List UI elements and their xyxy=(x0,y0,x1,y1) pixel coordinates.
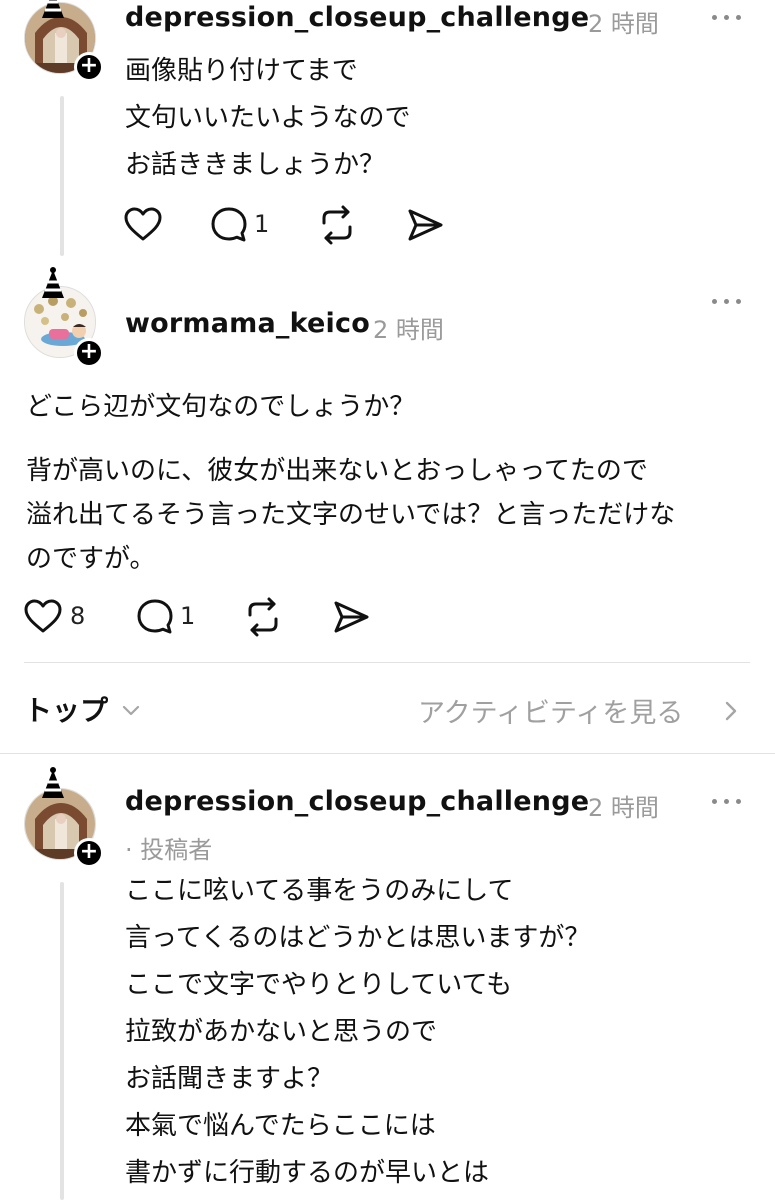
post-text-line: 本氣で悩んでたらここには xyxy=(125,1111,436,1141)
username[interactable]: depression_closeup_challenge xyxy=(125,2,589,33)
post-text-line: 画像貼り付けてまで xyxy=(125,56,358,86)
post-text-line: 溢れ出てるそう言った文字のせいでは？と言っただけな xyxy=(26,500,676,530)
thread-line xyxy=(60,96,64,256)
username[interactable]: wormama_keico xyxy=(125,308,370,339)
post-text-line: ここに呟いてる事をうのみにして xyxy=(125,876,514,906)
send-icon[interactable] xyxy=(330,596,372,638)
comment-bubble-icon[interactable] xyxy=(208,204,250,246)
reply-count: 1 xyxy=(254,210,270,238)
heart-icon[interactable] xyxy=(122,204,164,246)
reply-count: 1 xyxy=(180,602,196,630)
post-text-line: 文句いいたいようなので xyxy=(125,103,411,133)
post: + depression_closeup_challenge 2 時間 · 投稿… xyxy=(0,760,775,1200)
follow-plus-icon[interactable]: + xyxy=(74,52,104,82)
like-count: 8 xyxy=(70,602,86,630)
post-text-line: お話聞きますよ？ xyxy=(125,1064,334,1094)
username[interactable]: depression_closeup_challenge xyxy=(125,786,589,817)
post: + depression_closeup_challenge 2 時間 画像貼り… xyxy=(0,0,775,260)
post-text-line: ここで文字でやりとりしていても xyxy=(125,970,513,1000)
post-text-line: 書かずに行動するのが早いとは xyxy=(125,1158,490,1188)
sort-dropdown[interactable]: トップ xyxy=(24,689,154,729)
follow-plus-icon[interactable]: + xyxy=(74,338,104,368)
sort-bar: トップ アクティビティを見る xyxy=(0,663,775,753)
activity-link-label: アクティビティを見る xyxy=(418,698,684,729)
repost-icon[interactable] xyxy=(316,204,358,246)
more-horizontal-icon[interactable] xyxy=(712,296,742,306)
chevron-down-icon xyxy=(122,705,140,716)
more-horizontal-icon[interactable] xyxy=(712,796,742,806)
more-horizontal-icon[interactable] xyxy=(712,12,742,22)
comment-bubble-icon[interactable] xyxy=(134,596,176,638)
send-icon[interactable] xyxy=(404,204,446,246)
divider xyxy=(0,753,775,754)
repost-icon[interactable] xyxy=(242,596,284,638)
sort-label: トップ xyxy=(24,694,109,727)
timestamp: 2 時間 xyxy=(373,316,444,344)
timestamp: 2 時間 xyxy=(588,10,659,38)
party-hat-icon xyxy=(42,767,64,798)
post-text-line: 言ってくるのはどうかとは思いますが？ xyxy=(125,923,591,953)
post-text-line: お話ききましょうか？ xyxy=(125,150,386,180)
post-text-line: のですが。 xyxy=(26,544,156,574)
heart-icon[interactable] xyxy=(22,596,64,638)
follow-plus-icon[interactable]: + xyxy=(74,838,104,868)
party-hat-icon xyxy=(42,267,64,298)
party-hat-icon xyxy=(42,0,64,18)
thread-line xyxy=(60,882,64,1200)
post-text-line: 拉致があかないと思うので xyxy=(125,1017,438,1047)
chevron-right-icon xyxy=(725,701,737,721)
post: + wormama_keico 2 時間 どこら辺が文句なのでしょうか？ 背が高… xyxy=(0,267,775,660)
post-text-line: どこら辺が文句なのでしょうか？ xyxy=(26,392,416,422)
author-badge: · 投稿者 xyxy=(125,836,213,864)
post-text-line: 背が高いのに、彼女が出来ないとおっしゃってたので xyxy=(26,456,648,486)
activity-link[interactable]: アクティビティを見る xyxy=(418,689,748,729)
timestamp: 2 時間 xyxy=(588,794,659,822)
